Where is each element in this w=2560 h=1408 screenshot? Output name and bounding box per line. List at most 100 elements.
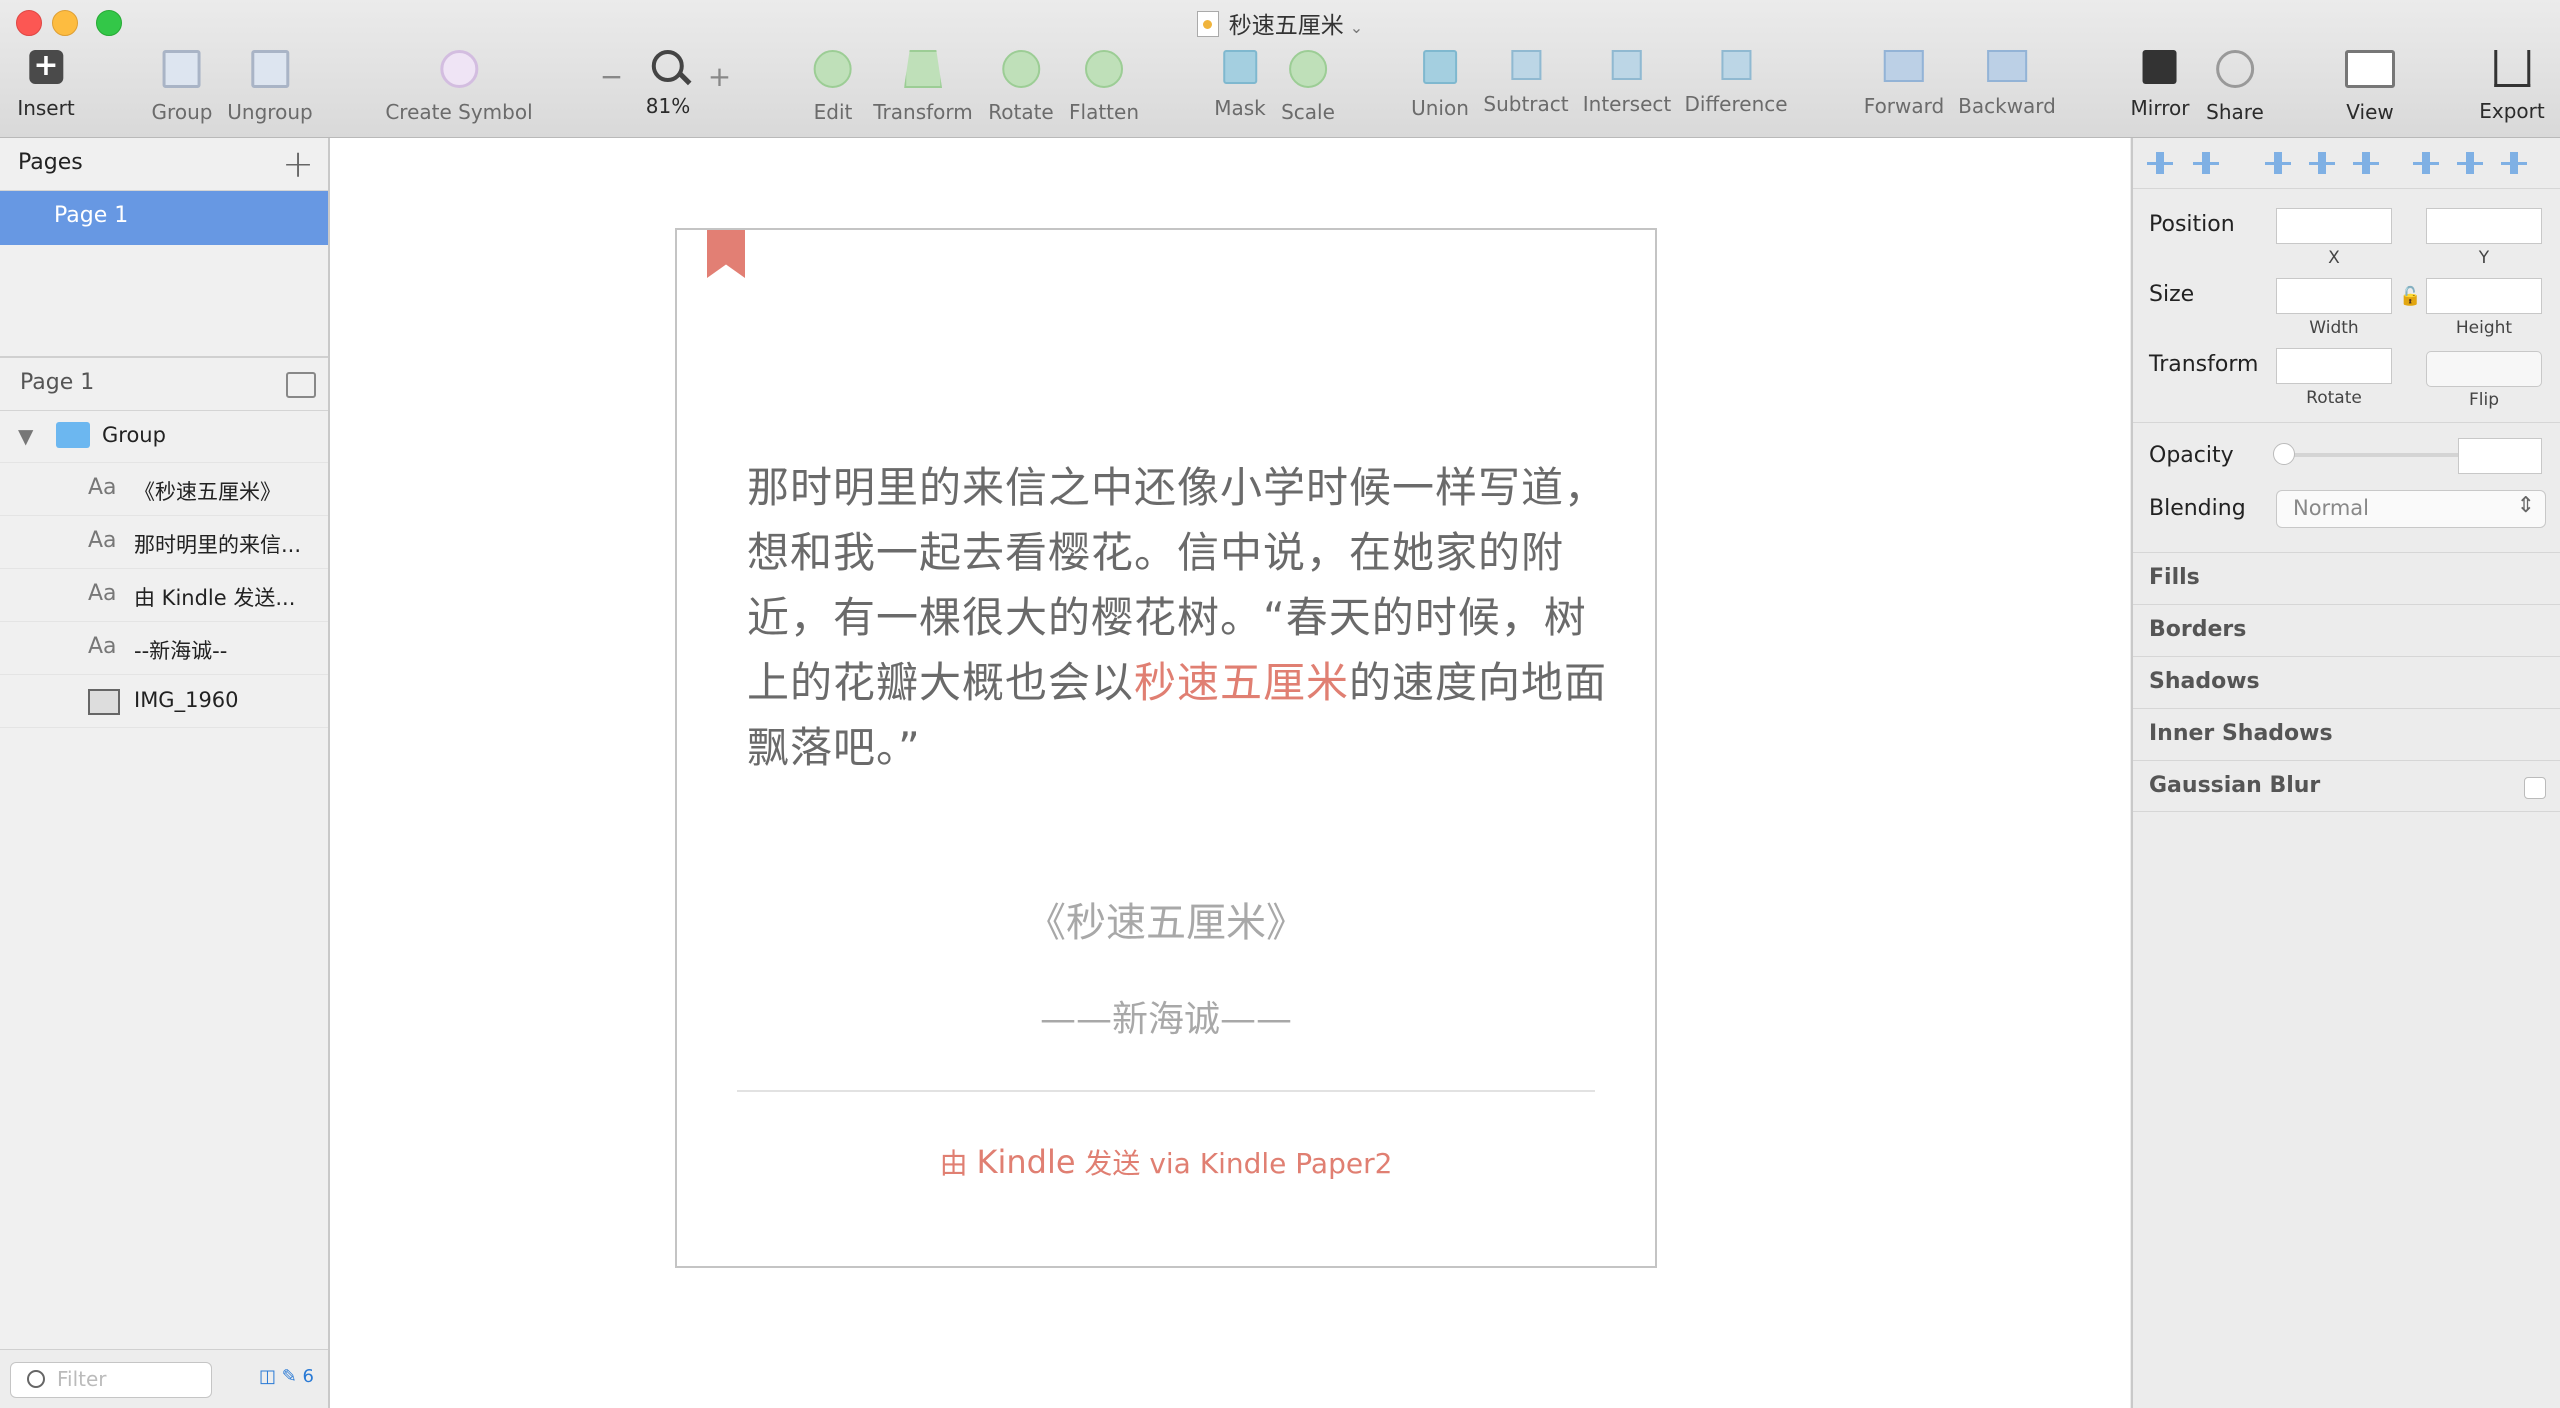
layer-item[interactable]: Aa 《秒速五厘米》	[0, 463, 328, 516]
y-input[interactable]	[2426, 208, 2542, 244]
author-text[interactable]: ——新海诚——	[677, 990, 1655, 1042]
opacity-input[interactable]	[2458, 438, 2542, 474]
layers-sidebar: Pages + Page 1 Page 1 ▼ Group Aa 《秒速五厘米》…	[0, 138, 330, 1408]
close-window-button[interactable]	[16, 10, 42, 36]
maximize-window-button[interactable]	[96, 10, 122, 36]
layer-item[interactable]: Aa --新海诚--	[0, 622, 328, 675]
borders-section[interactable]: Borders	[2133, 604, 2560, 655]
group-button[interactable]: Group	[152, 50, 212, 130]
rotate-label: Rotate	[988, 100, 1054, 124]
chevron-up-down-icon: ⇕	[2516, 493, 2535, 518]
insert-button[interactable]: + Insert	[17, 50, 74, 130]
layer-count-badge[interactable]: ◫ ✎ 6	[259, 1366, 314, 1387]
distribute-horizontal-icon[interactable]	[2147, 152, 2173, 174]
gaussian-blur-section[interactable]: Gaussian Blur	[2133, 760, 2560, 812]
scale-label: Scale	[1281, 100, 1335, 124]
x-input[interactable]	[2276, 208, 2392, 244]
mirror-button[interactable]: Mirror	[2131, 50, 2189, 130]
opacity-slider[interactable]	[2283, 453, 2483, 457]
disclosure-triangle-icon[interactable]: ▼	[18, 424, 33, 448]
text-layer-icon: Aa	[88, 581, 117, 606]
zoom-out-button[interactable]: −	[600, 60, 623, 93]
filter-input[interactable]: Filter	[10, 1362, 212, 1398]
share-button[interactable]: Share	[2206, 50, 2264, 130]
align-bottom-icon[interactable]	[2501, 152, 2527, 174]
intersect-button[interactable]: Intersect	[1583, 50, 1671, 130]
insert-label: Insert	[17, 96, 75, 120]
align-right-icon[interactable]	[2353, 152, 2379, 174]
artboard[interactable]: 那时明里的来信之中还像小学时候一样写道，想和我一起去看樱花。信中说，在她家的附近…	[675, 228, 1657, 1268]
backward-button[interactable]: Backward	[1958, 50, 2056, 130]
minimize-window-button[interactable]	[52, 10, 78, 36]
height-input[interactable]	[2426, 278, 2542, 314]
width-input[interactable]	[2276, 278, 2392, 314]
flatten-label: Flatten	[1069, 100, 1139, 124]
align-top-icon[interactable]	[2413, 152, 2439, 174]
edit-button[interactable]: Edit	[814, 50, 852, 130]
canvas[interactable]: 那时明里的来信之中还像小学时候一样写道，想和我一起去看樱花。信中说，在她家的附近…	[330, 138, 2130, 1408]
union-button[interactable]: Union	[1411, 50, 1469, 130]
align-middle-icon[interactable]	[2457, 152, 2483, 174]
inner-shadows-section[interactable]: Inner Shadows	[2133, 708, 2560, 759]
transform-button[interactable]: Transform	[873, 50, 973, 130]
flip-control[interactable]	[2426, 351, 2542, 387]
quote-text[interactable]: 那时明里的来信之中还像小学时候一样写道，想和我一起去看樱花。信中说，在她家的附近…	[747, 455, 1627, 780]
mask-label: Mask	[1214, 96, 1266, 120]
rotate-button[interactable]: Rotate	[988, 50, 1054, 130]
position-label: Position	[2149, 212, 2235, 237]
ungroup-button[interactable]: Ungroup	[227, 50, 313, 130]
add-page-button[interactable]: +	[282, 142, 314, 186]
forward-icon	[1884, 50, 1924, 82]
lock-icon[interactable]: 🔓	[2399, 286, 2421, 307]
subtract-button[interactable]: Subtract	[1483, 50, 1569, 130]
export-button[interactable]: Export	[2479, 50, 2545, 130]
transform-label: Transform	[873, 100, 973, 124]
blending-select[interactable]: Normal ⇕	[2276, 490, 2546, 528]
image-layer-icon	[88, 689, 120, 715]
inspector-panel: Position X Y Size 🔓 Width Height Transfo…	[2131, 138, 2560, 1408]
footer-text[interactable]: 由 Kindle 发送 via Kindle Paper2	[677, 1142, 1655, 1182]
folder-icon	[56, 422, 90, 448]
zoom-control[interactable]: − + 81%	[600, 50, 731, 130]
distribute-vertical-icon[interactable]	[2193, 152, 2219, 174]
mask-button[interactable]: Mask	[1214, 50, 1266, 130]
difference-button[interactable]: Difference	[1684, 50, 1788, 130]
align-left-icon[interactable]	[2265, 152, 2291, 174]
page-item-label: Page 1	[54, 203, 129, 228]
gaussian-blur-checkbox[interactable]	[2524, 777, 2546, 799]
book-title[interactable]: 《秒速五厘米》	[677, 890, 1655, 948]
transform-icon	[903, 50, 942, 88]
layer-item[interactable]: Aa 由 Kindle 发送...	[0, 569, 328, 622]
layer-item[interactable]: Aa 那时明里的来信...	[0, 516, 328, 569]
forward-button[interactable]: Forward	[1864, 50, 1944, 130]
window-title-text[interactable]: 秒速五厘米	[1229, 13, 1344, 39]
shadows-section[interactable]: Shadows	[2133, 656, 2560, 707]
create-symbol-button[interactable]: Create Symbol	[385, 50, 533, 130]
forward-label: Forward	[1863, 94, 1945, 118]
difference-icon	[1720, 50, 1751, 80]
pages-header: Pages +	[0, 138, 328, 191]
view-button[interactable]: View	[2345, 50, 2395, 130]
mirror-icon	[2143, 50, 2177, 84]
rotate-input[interactable]	[2276, 348, 2392, 384]
backward-icon	[1986, 50, 2027, 82]
fills-section[interactable]: Fills	[2133, 552, 2560, 603]
collapse-groups-icon[interactable]	[286, 372, 316, 398]
zoom-in-button[interactable]: +	[708, 60, 731, 93]
layer-group[interactable]: ▼ Group	[0, 410, 328, 463]
page-item-page-1[interactable]: Page 1	[0, 191, 328, 245]
flatten-button[interactable]: Flatten	[1069, 50, 1139, 130]
scale-button[interactable]: Scale	[1281, 50, 1335, 130]
chevron-down-icon[interactable]: ⌄	[1350, 18, 1363, 37]
opacity-slider-handle[interactable]	[2273, 443, 2295, 465]
subtract-icon	[1510, 50, 1541, 80]
layer-item[interactable]: IMG_1960	[0, 675, 328, 728]
shadows-title: Shadows	[2149, 669, 2260, 694]
x-caption: X	[2328, 248, 2340, 268]
text-layer-icon: Aa	[88, 528, 117, 553]
align-center-icon[interactable]	[2309, 152, 2335, 174]
flatten-icon	[1084, 50, 1123, 88]
transform-label: Transform	[2149, 352, 2259, 377]
rotate-icon	[1001, 50, 1040, 88]
size-label: Size	[2149, 282, 2195, 307]
